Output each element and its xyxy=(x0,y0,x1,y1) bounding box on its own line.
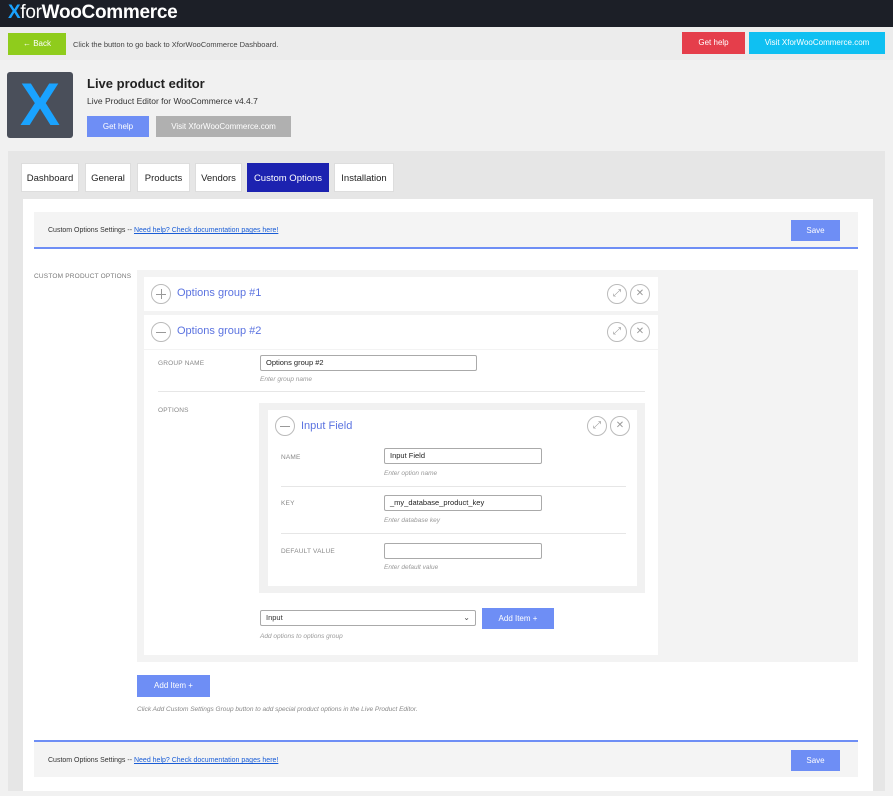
brand-for: for xyxy=(20,2,42,23)
minus-circle-icon[interactable] xyxy=(275,416,295,436)
options-group-2[interactable]: Options group #2 ⤢ ✕ xyxy=(144,315,658,349)
tab-custom-options[interactable]: Custom Options xyxy=(247,163,329,192)
tab-dashboard[interactable]: Dashboard xyxy=(21,163,79,192)
options-group-1[interactable]: Options group #1 ⤢ ✕ xyxy=(144,277,658,311)
option-key-hint: Enter database key xyxy=(384,517,441,524)
option-key-input[interactable]: _my_database_product_key xyxy=(384,495,542,511)
section-label: CUSTOM PRODUCT OPTIONS xyxy=(34,273,132,280)
divider xyxy=(281,533,626,534)
logo-letter: X xyxy=(19,71,61,138)
option-default-label: DEFAULT VALUE xyxy=(281,548,335,555)
option-default-hint: Enter default value xyxy=(384,564,439,571)
save-bar-text: Custom Options Settings -- Need help? Ch… xyxy=(48,757,278,764)
save-bar-text: Custom Options Settings -- Need help? Ch… xyxy=(48,227,278,234)
save-bar-label: Custom Options Settings -- xyxy=(48,227,133,234)
option-name-input[interactable]: Input Field xyxy=(384,448,542,464)
plugin-get-help-button[interactable]: Get help xyxy=(87,116,149,137)
close-icon[interactable]: ✕ xyxy=(630,322,650,342)
save-bar-top: Custom Options Settings -- Need help? Ch… xyxy=(34,212,858,249)
tab-installation[interactable]: Installation xyxy=(334,163,394,192)
plugin-visit-button[interactable]: Visit XforWooCommerce.com xyxy=(156,116,291,137)
option-default-input[interactable] xyxy=(384,543,542,559)
group-title[interactable]: Options group #1 xyxy=(177,287,261,299)
brand-x: X xyxy=(8,2,21,23)
brand-name: WooCommerce xyxy=(41,2,178,23)
back-hint: Click the button to go back to XforWooCo… xyxy=(73,40,279,49)
save-button[interactable]: Save xyxy=(791,220,840,241)
group-title[interactable]: Options group #2 xyxy=(177,325,261,337)
top-bar: XforWooCommerce xyxy=(0,0,893,27)
add-option-item-button[interactable]: Add Item + xyxy=(482,608,554,629)
action-bar: ← Back Click the button to go back to Xf… xyxy=(0,27,893,60)
save-button[interactable]: Save xyxy=(791,750,840,771)
documentation-link[interactable]: Need help? Check documentation pages her… xyxy=(134,227,278,234)
add-group-hint: Click Add Custom Settings Group button t… xyxy=(137,706,418,713)
divider xyxy=(281,486,626,487)
plugin-logo: X xyxy=(7,72,73,138)
save-bar-bottom: Custom Options Settings -- Need help? Ch… xyxy=(34,740,858,777)
documentation-link[interactable]: Need help? Check documentation pages her… xyxy=(134,757,278,764)
plugin-subtitle: Live Product Editor for WooCommerce v4.4… xyxy=(87,96,258,106)
add-group-button[interactable]: Add Item + xyxy=(137,675,210,697)
plugin-title: Live product editor xyxy=(87,76,205,91)
expand-icon[interactable]: ⤢ xyxy=(587,416,607,436)
tab-vendors[interactable]: Vendors xyxy=(195,163,242,192)
group-name-label: GROUP NAME xyxy=(158,360,205,367)
save-bar-label: Custom Options Settings -- xyxy=(48,757,133,764)
option-name-label: NAME xyxy=(281,454,301,461)
visit-site-button[interactable]: Visit XforWooCommerce.com xyxy=(749,32,885,54)
close-icon[interactable]: ✕ xyxy=(610,416,630,436)
brand-logo: XforWooCommerce xyxy=(8,2,178,24)
group-name-hint: Enter group name xyxy=(260,376,313,383)
option-key-label: KEY xyxy=(281,500,295,507)
plus-circle-icon[interactable] xyxy=(151,284,171,304)
expand-icon[interactable]: ⤢ xyxy=(607,284,627,304)
option-name-hint: Enter option name xyxy=(384,470,438,477)
minus-circle-icon[interactable] xyxy=(151,322,171,342)
tab-products[interactable]: Products xyxy=(137,163,190,192)
close-icon[interactable]: ✕ xyxy=(630,284,650,304)
expand-icon[interactable]: ⤢ xyxy=(607,322,627,342)
option-item-input-field: Input Field ⤢ ✕ NAME Input Field Enter o… xyxy=(268,410,637,586)
chevron-down-icon: ⌄ xyxy=(463,613,470,622)
option-title[interactable]: Input Field xyxy=(301,420,352,432)
add-options-hint: Add options to options group xyxy=(260,633,343,640)
get-help-button[interactable]: Get help xyxy=(682,32,745,54)
back-button[interactable]: ← Back xyxy=(8,33,66,55)
settings-panel: Custom Options Settings -- Need help? Ch… xyxy=(23,199,873,791)
select-value: Input xyxy=(266,613,283,622)
group-name-input[interactable]: Options group #2 xyxy=(260,355,477,371)
option-type-select[interactable]: Input ⌄ xyxy=(260,610,476,626)
divider xyxy=(158,391,645,392)
options-label: OPTIONS xyxy=(158,407,189,414)
tab-general[interactable]: General xyxy=(85,163,131,192)
options-group-2-body: GROUP NAME Options group #2 Enter group … xyxy=(144,350,658,655)
